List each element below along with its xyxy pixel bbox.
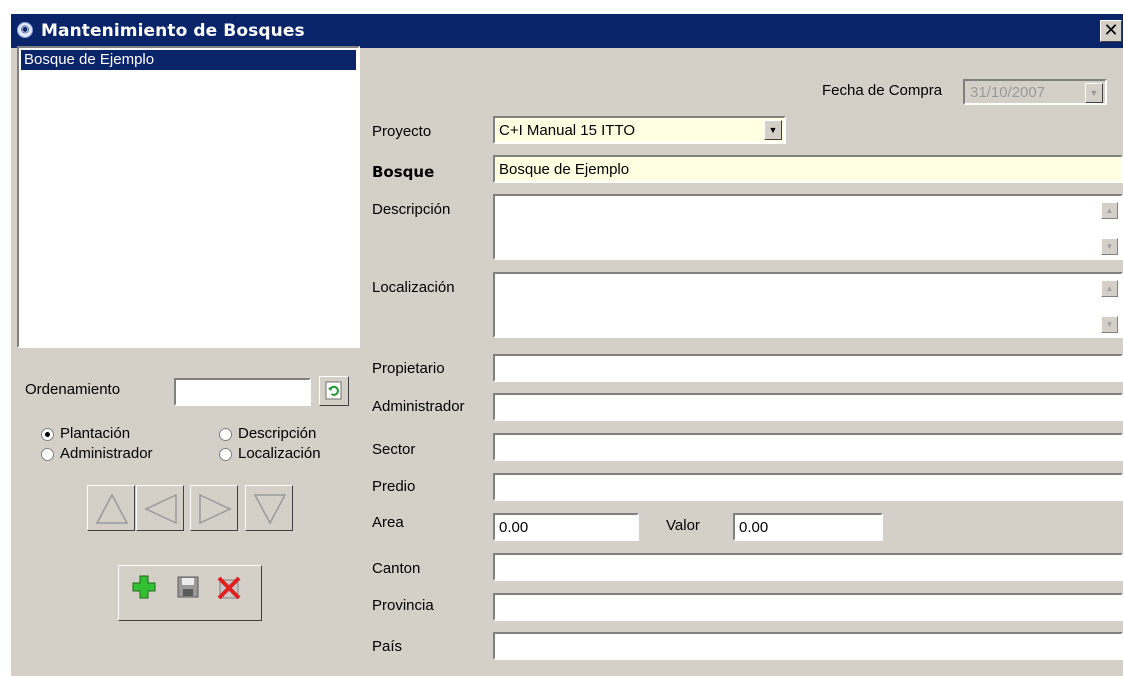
area-value: 0.00	[499, 519, 529, 536]
forest-value: Bosque de Ejemplo	[499, 161, 630, 178]
app-icon: ◉	[17, 22, 33, 38]
project-label: Proyecto	[372, 123, 432, 140]
sector-field[interactable]	[493, 433, 1123, 461]
sector-label: Sector	[372, 441, 416, 458]
refresh-button[interactable]	[319, 376, 349, 406]
radio-localizacion[interactable]	[219, 448, 232, 461]
value-value: 0.00	[739, 519, 769, 536]
action-toolbar	[118, 565, 262, 621]
radio-descripcion[interactable]	[219, 428, 232, 441]
move-first-button[interactable]	[87, 485, 135, 531]
arrow-left-icon	[144, 493, 177, 525]
project-value: C+I Manual 15 ITTO	[499, 122, 636, 139]
area-label: Area	[372, 514, 404, 531]
radio-plantacion-label: Plantación	[60, 425, 131, 442]
refresh-icon	[325, 381, 342, 400]
canton-label: Canton	[372, 560, 421, 577]
radio-descripcion-label: Descripción	[238, 425, 317, 442]
purchase-date-value: 31/10/2007	[970, 84, 1046, 101]
scroll-down-button[interactable]: ▼	[1101, 316, 1118, 333]
administrator-label: Administrador	[372, 398, 465, 415]
purchase-date-label: Fecha de Compra	[822, 82, 943, 99]
area-field[interactable]: 0.00	[493, 513, 639, 541]
project-combo[interactable]: C+I Manual 15 ITTO ▼	[493, 116, 786, 144]
radio-plantacion[interactable]	[41, 428, 54, 441]
purchase-date-dropdown: ▼	[1085, 83, 1103, 103]
chevron-down-icon: ▼	[768, 125, 778, 135]
canton-field[interactable]	[493, 553, 1123, 581]
scroll-down-button[interactable]: ▼	[1101, 238, 1118, 255]
list-item[interactable]: Bosque de Ejemplo	[21, 50, 356, 70]
move-next-button[interactable]	[190, 485, 238, 531]
description-textarea[interactable]: ▲ ▼	[493, 194, 1123, 260]
purchase-date-combo: 31/10/2007 ▼	[963, 79, 1107, 105]
owner-label: Propietario	[372, 360, 445, 377]
forest-listbox[interactable]: Bosque de Ejemplo	[17, 46, 360, 348]
sort-input[interactable]	[174, 378, 311, 406]
radio-administrador[interactable]	[41, 448, 54, 461]
add-button[interactable]	[131, 574, 157, 600]
administrator-field[interactable]	[493, 393, 1123, 421]
arrow-down-icon: ▼	[1105, 242, 1114, 251]
owner-field[interactable]	[493, 354, 1123, 382]
arrow-up-icon: ▲	[1105, 206, 1114, 215]
arrow-down-icon: ▼	[1105, 320, 1114, 329]
country-field[interactable]	[493, 632, 1123, 660]
province-label: Provincia	[372, 597, 434, 614]
close-button[interactable]: ✕	[1100, 20, 1122, 42]
sort-label: Ordenamiento	[25, 381, 121, 398]
property-label: Predio	[372, 478, 416, 495]
delete-button[interactable]	[215, 574, 241, 600]
title-bar[interactable]: ◉ Mantenimiento de Bosques ✕	[11, 14, 1123, 48]
save-icon	[177, 576, 199, 598]
forest-label: Bosque	[372, 163, 435, 181]
country-label: País	[372, 638, 403, 655]
location-label: Localización	[372, 279, 455, 296]
value-field[interactable]: 0.00	[733, 513, 883, 541]
province-field[interactable]	[493, 593, 1123, 621]
property-field[interactable]	[493, 473, 1123, 501]
save-button[interactable]	[175, 574, 201, 600]
add-icon	[132, 575, 156, 599]
arrow-up-icon: ▲	[1105, 284, 1114, 293]
scroll-up-button[interactable]: ▲	[1101, 202, 1118, 219]
move-last-button[interactable]	[245, 485, 293, 531]
chevron-down-icon: ▼	[1089, 88, 1099, 98]
value-label: Valor	[666, 517, 700, 534]
forest-field[interactable]: Bosque de Ejemplo	[493, 155, 1123, 183]
close-icon: ✕	[1103, 20, 1119, 41]
radio-administrador-label: Administrador	[60, 445, 153, 462]
scroll-up-button[interactable]: ▲	[1101, 280, 1118, 297]
radio-localizacion-label: Localización	[238, 445, 321, 462]
location-textarea[interactable]: ▲ ▼	[493, 272, 1123, 338]
window-title: Mantenimiento de Bosques	[41, 21, 305, 41]
arrow-down-icon	[253, 494, 287, 525]
project-dropdown-button[interactable]: ▼	[764, 120, 782, 140]
arrow-right-icon	[199, 493, 232, 525]
description-label: Descripción	[372, 201, 451, 218]
delete-icon	[217, 576, 241, 600]
arrow-up-icon	[95, 493, 129, 524]
move-previous-button[interactable]	[136, 485, 184, 531]
